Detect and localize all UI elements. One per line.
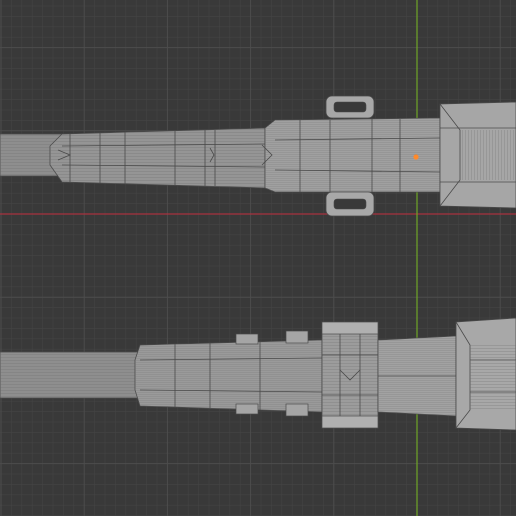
- top-handle-upper-hole: [333, 101, 367, 113]
- side-rear-wire: [470, 345, 516, 410]
- side-sleeve-wire: [135, 340, 322, 412]
- side-lug-1: [235, 333, 259, 345]
- top-handle-lower-hole: [333, 198, 367, 210]
- side-ring-mount-wire: [322, 322, 378, 428]
- top-collar-wire: [265, 118, 440, 192]
- top-rear-grille: [460, 130, 516, 180]
- top-sleeve-wire: [50, 128, 265, 188]
- top-origin-dot[interactable]: [413, 154, 419, 160]
- 3d-viewport[interactable]: [0, 0, 516, 516]
- viewport-background: [0, 0, 516, 516]
- side-barrel-wire: [0, 352, 140, 398]
- side-ring-top: [321, 321, 379, 335]
- side-lug-4: [285, 403, 309, 417]
- side-lug-2: [285, 330, 309, 344]
- side-ring-bottom: [321, 415, 379, 429]
- side-lug-3: [235, 403, 259, 415]
